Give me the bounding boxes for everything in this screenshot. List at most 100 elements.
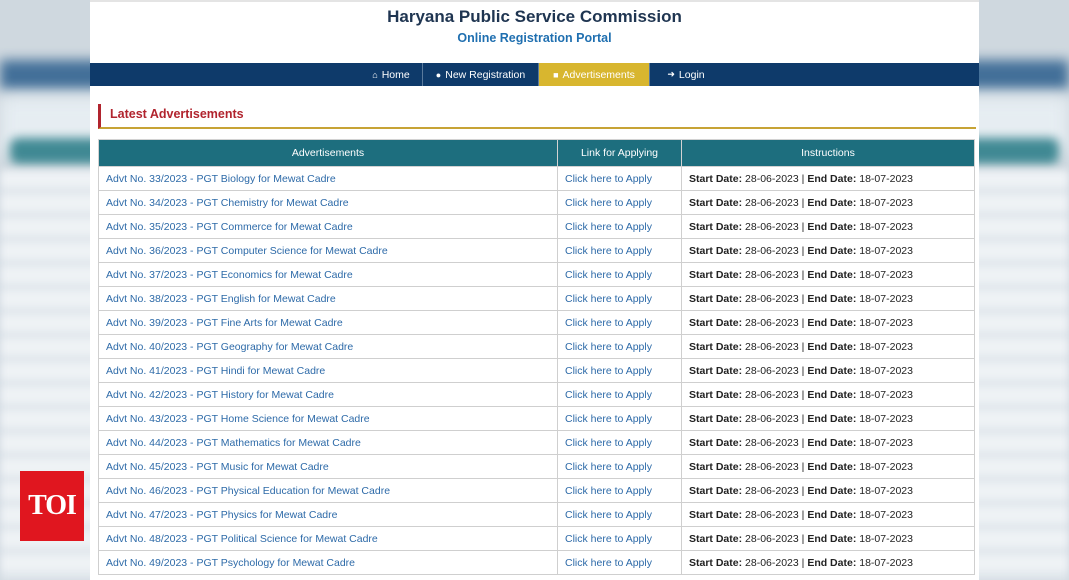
- end-date-label: End Date:: [807, 244, 857, 257]
- advertisement-link[interactable]: Advt No. 44/2023 - PGT Mathematics for M…: [98, 430, 558, 455]
- start-date-label: Start Date:: [689, 532, 743, 545]
- advertisement-link[interactable]: Advt No. 33/2023 - PGT Biology for Mewat…: [98, 166, 558, 191]
- advertisement-link[interactable]: Advt No. 36/2023 - PGT Computer Science …: [98, 238, 558, 263]
- table-row: Advt No. 48/2023 - PGT Political Science…: [98, 526, 975, 551]
- start-date-label: Start Date:: [689, 388, 743, 401]
- end-date-label: End Date:: [807, 172, 857, 185]
- start-date: 28-06-2023: [745, 340, 799, 353]
- start-date: 28-06-2023: [745, 316, 799, 329]
- start-date-label: Start Date:: [689, 556, 743, 569]
- end-date: 18-07-2023: [859, 340, 913, 353]
- advertisement-link[interactable]: Advt No. 40/2023 - PGT Geography for Mew…: [98, 334, 558, 359]
- end-date: 18-07-2023: [859, 556, 913, 569]
- nav-item-new-registration[interactable]: ● New Registration: [423, 63, 539, 86]
- home-icon: ⌂: [372, 69, 378, 80]
- apply-link[interactable]: Click here to Apply: [557, 190, 682, 215]
- table-row: Advt No. 39/2023 - PGT Fine Arts for Mew…: [98, 310, 975, 335]
- login-icon: ➜: [667, 69, 675, 79]
- site-header: Haryana Public Service Commission Online…: [90, 2, 979, 63]
- end-date-label: End Date:: [807, 460, 857, 473]
- instructions-cell: Start Date: 28-06-2023 | End Date: 18-07…: [681, 166, 975, 191]
- start-date-label: Start Date:: [689, 268, 743, 281]
- start-date: 28-06-2023: [745, 268, 799, 281]
- end-date: 18-07-2023: [859, 388, 913, 401]
- instructions-cell: Start Date: 28-06-2023 | End Date: 18-07…: [681, 382, 975, 407]
- table-header-row: Advertisements Link for Applying Instruc…: [98, 139, 975, 167]
- instructions-cell: Start Date: 28-06-2023 | End Date: 18-07…: [681, 334, 975, 359]
- end-date: 18-07-2023: [859, 292, 913, 305]
- start-date-label: Start Date:: [689, 436, 743, 449]
- table-row: Advt No. 44/2023 - PGT Mathematics for M…: [98, 430, 975, 455]
- document-icon: ■: [553, 69, 559, 80]
- nav-item-label: Advertisements: [562, 68, 635, 81]
- apply-link[interactable]: Click here to Apply: [557, 286, 682, 311]
- advertisement-link[interactable]: Advt No. 42/2023 - PGT History for Mewat…: [98, 382, 558, 407]
- end-date: 18-07-2023: [859, 484, 913, 497]
- nav-item-login[interactable]: ➜ Login: [650, 63, 722, 86]
- advertisement-link[interactable]: Advt No. 35/2023 - PGT Commerce for Mewa…: [98, 214, 558, 239]
- nav-item-label: Login: [678, 68, 705, 81]
- apply-link[interactable]: Click here to Apply: [557, 334, 682, 359]
- advertisement-link[interactable]: Advt No. 47/2023 - PGT Physics for Mewat…: [98, 502, 558, 527]
- advertisement-link[interactable]: Advt No. 41/2023 - PGT Hindi for Mewat C…: [98, 358, 558, 383]
- apply-link[interactable]: Click here to Apply: [557, 502, 682, 527]
- apply-link[interactable]: Click here to Apply: [557, 382, 682, 407]
- advertisements-table: Advertisements Link for Applying Instruc…: [98, 139, 975, 575]
- advertisement-link[interactable]: Advt No. 49/2023 - PGT Psychology for Me…: [98, 550, 558, 575]
- start-date-label: Start Date:: [689, 508, 743, 521]
- apply-link[interactable]: Click here to Apply: [557, 238, 682, 263]
- end-date-label: End Date:: [807, 412, 857, 425]
- start-date-label: Start Date:: [689, 316, 743, 329]
- instructions-cell: Start Date: 28-06-2023 | End Date: 18-07…: [681, 478, 975, 503]
- end-date-label: End Date:: [807, 388, 857, 401]
- start-date-label: Start Date:: [689, 172, 743, 185]
- advertisement-link[interactable]: Advt No. 38/2023 - PGT English for Mewat…: [98, 286, 558, 311]
- advertisement-link[interactable]: Advt No. 34/2023 - PGT Chemistry for Mew…: [98, 190, 558, 215]
- instructions-cell: Start Date: 28-06-2023 | End Date: 18-07…: [681, 358, 975, 383]
- end-date-label: End Date:: [807, 508, 857, 521]
- end-date: 18-07-2023: [859, 268, 913, 281]
- instructions-cell: Start Date: 28-06-2023 | End Date: 18-07…: [681, 430, 975, 455]
- start-date-label: Start Date:: [689, 460, 743, 473]
- advertisement-link[interactable]: Advt No. 37/2023 - PGT Economics for Mew…: [98, 262, 558, 287]
- section-title: Latest Advertisements: [110, 107, 244, 121]
- instructions-cell: Start Date: 28-06-2023 | End Date: 18-07…: [681, 238, 975, 263]
- apply-link[interactable]: Click here to Apply: [557, 430, 682, 455]
- apply-link[interactable]: Click here to Apply: [557, 454, 682, 479]
- nav-item-home[interactable]: ⌂ Home: [360, 63, 423, 86]
- main-nav: ⌂ Home ● New Registration ■ Advertisemen…: [90, 63, 979, 86]
- col-header-advertisements: Advertisements: [98, 139, 558, 167]
- start-date-label: Start Date:: [689, 244, 743, 257]
- apply-link[interactable]: Click here to Apply: [557, 214, 682, 239]
- instructions-cell: Start Date: 28-06-2023 | End Date: 18-07…: [681, 406, 975, 431]
- apply-link[interactable]: Click here to Apply: [557, 358, 682, 383]
- nav-item-advertisements[interactable]: ■ Advertisements: [539, 63, 650, 86]
- apply-link[interactable]: Click here to Apply: [557, 166, 682, 191]
- end-date-label: End Date:: [807, 436, 857, 449]
- advertisement-link[interactable]: Advt No. 48/2023 - PGT Political Science…: [98, 526, 558, 551]
- instructions-cell: Start Date: 28-06-2023 | End Date: 18-07…: [681, 526, 975, 551]
- end-date-label: End Date:: [807, 268, 857, 281]
- apply-link[interactable]: Click here to Apply: [557, 526, 682, 551]
- end-date-label: End Date:: [807, 364, 857, 377]
- table-row: Advt No. 49/2023 - PGT Psychology for Me…: [98, 550, 975, 575]
- start-date: 28-06-2023: [745, 292, 799, 305]
- start-date: 28-06-2023: [745, 532, 799, 545]
- table-row: Advt No. 35/2023 - PGT Commerce for Mewa…: [98, 214, 975, 239]
- apply-link[interactable]: Click here to Apply: [557, 310, 682, 335]
- end-date-label: End Date:: [807, 316, 857, 329]
- start-date: 28-06-2023: [745, 436, 799, 449]
- apply-link[interactable]: Click here to Apply: [557, 406, 682, 431]
- apply-link[interactable]: Click here to Apply: [557, 550, 682, 575]
- advertisement-link[interactable]: Advt No. 45/2023 - PGT Music for Mewat C…: [98, 454, 558, 479]
- start-date-label: Start Date:: [689, 484, 743, 497]
- apply-link[interactable]: Click here to Apply: [557, 478, 682, 503]
- apply-link[interactable]: Click here to Apply: [557, 262, 682, 287]
- start-date: 28-06-2023: [745, 460, 799, 473]
- end-date: 18-07-2023: [859, 436, 913, 449]
- end-date-label: End Date:: [807, 292, 857, 305]
- advertisement-link[interactable]: Advt No. 46/2023 - PGT Physical Educatio…: [98, 478, 558, 503]
- end-date: 18-07-2023: [859, 508, 913, 521]
- advertisement-link[interactable]: Advt No. 39/2023 - PGT Fine Arts for Mew…: [98, 310, 558, 335]
- advertisement-link[interactable]: Advt No. 43/2023 - PGT Home Science for …: [98, 406, 558, 431]
